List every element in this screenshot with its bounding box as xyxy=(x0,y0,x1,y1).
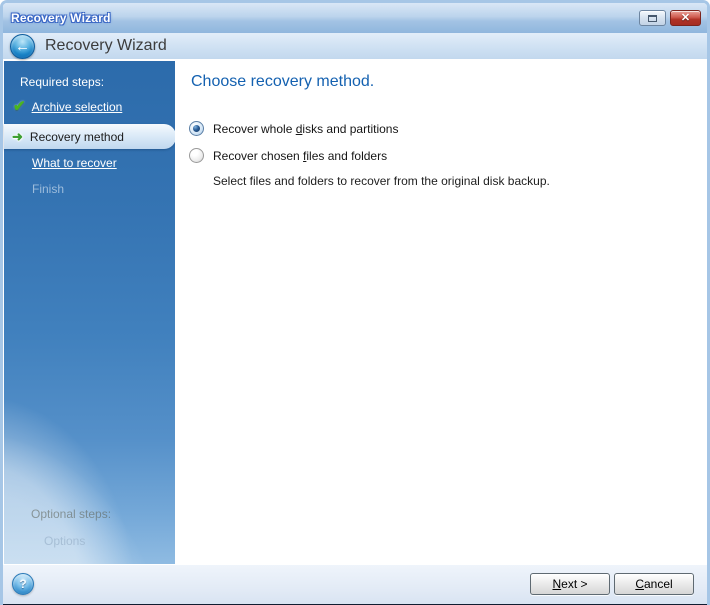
help-button[interactable]: ? xyxy=(12,573,34,595)
content-heading: Choose recovery method. xyxy=(191,73,375,90)
radio-option-files-folders[interactable]: Recover chosen files and folders xyxy=(189,148,387,163)
back-button[interactable]: ← xyxy=(10,33,35,59)
wizard-body: Required steps: ✔ Archive selection ➜ Re… xyxy=(3,61,707,564)
steps-sidebar: Required steps: ✔ Archive selection ➜ Re… xyxy=(3,61,176,564)
next-button[interactable]: Next > xyxy=(530,573,610,595)
optional-steps-label: Optional steps: xyxy=(31,507,112,521)
sidebar-item-what-to-recover[interactable]: What to recover xyxy=(32,156,117,170)
radio-selected-icon[interactable] xyxy=(189,121,204,136)
cancel-button[interactable]: Cancel xyxy=(614,573,694,595)
window-controls: ✕ xyxy=(639,10,701,26)
checkmark-icon: ✔ xyxy=(13,98,26,115)
sidebar-item-label: What to recover xyxy=(32,156,117,170)
footer-bar: ? Next > Cancel xyxy=(3,564,707,604)
titlebar: Recovery Wizard ✕ xyxy=(3,3,707,33)
option-description: Select files and folders to recover from… xyxy=(213,174,550,188)
radio-option-label: Recover chosen files and folders xyxy=(213,148,388,163)
wizard-header: ← Recovery Wizard xyxy=(3,33,707,60)
radio-unselected-icon[interactable] xyxy=(189,148,204,163)
maximize-button[interactable] xyxy=(639,10,666,26)
arrow-left-icon: ← xyxy=(15,37,30,55)
sidebar-item-finish: Finish xyxy=(32,182,65,196)
recovery-wizard-window: Recovery Wizard ✕ ← Recovery Wizard Requ… xyxy=(0,0,710,605)
arrow-right-icon: ➜ xyxy=(12,129,23,144)
close-icon: ✕ xyxy=(680,11,691,24)
sidebar-item-options: Options xyxy=(44,534,86,548)
sidebar-item-label: Archive selection xyxy=(31,99,123,114)
question-mark-icon: ? xyxy=(19,577,27,591)
window-title: Recovery Wizard xyxy=(11,11,111,25)
maximize-icon xyxy=(648,14,657,22)
close-button[interactable]: ✕ xyxy=(670,10,701,26)
radio-option-label: Recover whole disks and partitions xyxy=(213,121,399,136)
radio-option-whole-disks[interactable]: Recover whole disks and partitions xyxy=(189,121,398,136)
required-steps-label: Required steps: xyxy=(20,75,105,89)
sidebar-item-recovery-method-current[interactable]: ➜ Recovery method xyxy=(4,124,176,149)
sidebar-item-archive-selection[interactable]: ✔ Archive selection xyxy=(13,99,122,114)
sidebar-item-label: Recovery method xyxy=(29,129,124,144)
main-content: Choose recovery method. Recover whole di… xyxy=(175,61,707,564)
page-title: Recovery Wizard xyxy=(45,37,167,54)
